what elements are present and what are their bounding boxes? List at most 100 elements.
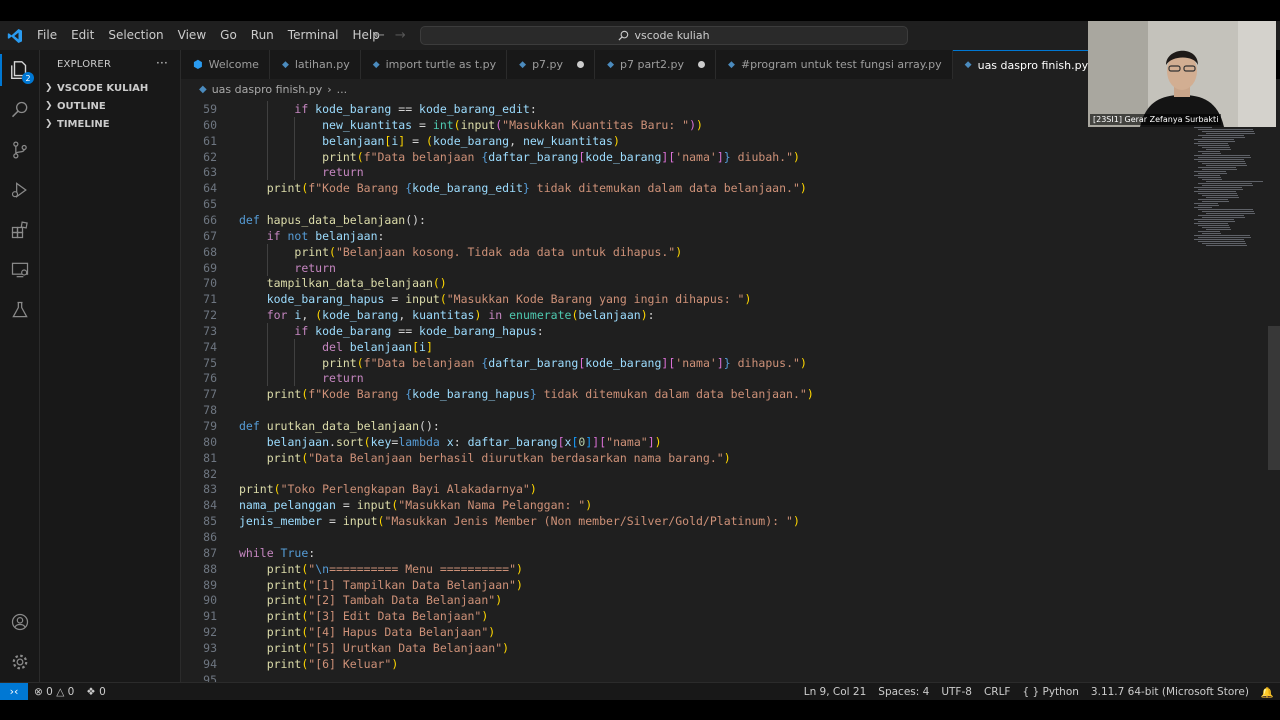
presenter-video-image — [1088, 21, 1276, 127]
code-text: if not belanjaan: — [239, 228, 385, 244]
explorer-icon[interactable]: 2 — [0, 50, 40, 90]
editor-tab-bar: ⬢ Welcome ◆ latihan.py ◆ import turtle as t.p… — [181, 50, 1121, 79]
editor-tab[interactable]: ◆ import turtle as t.py — [360, 50, 508, 79]
code-line: 65 — [181, 196, 1181, 212]
indentation[interactable]: Spaces: 4 — [872, 686, 935, 698]
code-token: def — [239, 212, 267, 227]
menu-file[interactable]: File — [30, 21, 64, 50]
code-token: ][ — [661, 355, 676, 370]
code-token: ) — [806, 387, 814, 402]
code-token: : — [377, 228, 385, 243]
code-token: print — [322, 149, 357, 164]
file-encoding[interactable]: UTF-8 — [935, 686, 978, 698]
code-token: (): — [419, 419, 440, 433]
editor-tab[interactable]: ◆ #program untuk test fungsi array.py — [716, 50, 953, 79]
more-actions-icon[interactable]: ··· — [156, 56, 168, 70]
section-label: OUTLINE — [57, 100, 106, 112]
code-line: 81 print("Data Belanjaan berhasil diurut… — [181, 450, 1181, 466]
source-control-icon[interactable] — [0, 130, 40, 170]
minimap[interactable] — [1190, 127, 1265, 257]
line-number: 75 — [203, 355, 217, 370]
code-token: ) — [654, 434, 662, 449]
warning-count: 0 — [67, 685, 75, 698]
line-number: 76 — [203, 371, 217, 386]
indent-guide — [266, 132, 268, 149]
code-line: 87 while True: — [181, 545, 1181, 561]
minimap-line — [1194, 175, 1220, 176]
command-center-search[interactable]: vscode kuliah — [420, 26, 908, 45]
code-token: "Masukkan Kuantitas Baru: " — [502, 117, 690, 132]
remote-indicator-icon[interactable]: ›‹ — [0, 682, 28, 701]
code-token: kode_barang — [432, 133, 510, 148]
problems-indicator[interactable]: ⊗ 0 △ 0 — [28, 686, 80, 698]
line-number: 69 — [203, 260, 217, 275]
ports-indicator[interactable]: ❖ 0 — [80, 686, 111, 698]
run-debug-icon[interactable] — [0, 170, 40, 210]
menu-view[interactable]: View — [171, 21, 213, 50]
editor-scrollbar[interactable] — [1268, 326, 1280, 470]
settings-gear-icon[interactable] — [0, 642, 40, 682]
indent-guide — [266, 354, 268, 371]
language-mode[interactable]: { } Python — [1016, 686, 1084, 698]
remote-explorer-icon[interactable] — [0, 250, 40, 290]
minimap-line — [1206, 245, 1247, 246]
menu-edit[interactable]: Edit — [64, 21, 101, 50]
search-view-icon[interactable] — [0, 90, 40, 130]
notifications-bell-icon[interactable]: 🔔 — [1255, 686, 1280, 699]
python-file-icon: ◆ — [372, 59, 380, 70]
arrow-right-icon[interactable]: → — [395, 28, 406, 43]
minimap-line — [1194, 235, 1250, 236]
tab-label: #program untuk test fungsi array.py — [740, 58, 942, 71]
code-token: = — [342, 498, 357, 513]
code-token: i — [419, 339, 426, 354]
code-text: print(f"Data belanjaan {daftar_barang[ko… — [239, 149, 800, 165]
minimap-line — [1202, 195, 1238, 196]
menu-terminal[interactable]: Terminal — [281, 21, 346, 50]
code-token: int — [432, 117, 454, 132]
python-interpreter[interactable]: 3.11.7 64-bit (Microsoft Store) — [1085, 686, 1255, 698]
code-token: 'nama' — [675, 355, 717, 370]
code-token: new_kuantitas — [322, 117, 420, 132]
minimap-line — [1198, 225, 1229, 226]
minimap-line — [1202, 211, 1254, 212]
breadcrumb-symbol[interactable]: ... — [337, 83, 348, 96]
braces-icon: { } — [1022, 686, 1040, 698]
code-token: "Toko Perlengkapan Bayi Alakadarnya" — [280, 482, 530, 497]
indent-guide — [266, 322, 268, 339]
account-icon[interactable] — [0, 602, 40, 642]
editor-tab[interactable]: ◆ p7 part2.py — [595, 50, 717, 79]
section-vscode-kuliah[interactable]: ❯ VSCODE KULIAH — [40, 79, 180, 97]
minimap-line — [1198, 157, 1251, 158]
tab-label: Welcome — [208, 58, 259, 71]
code-text: print("[4] Hapus Data Belanjaan") — [239, 624, 496, 640]
arrow-left-icon[interactable]: ← — [374, 28, 385, 43]
editor-tab[interactable]: ◆ latihan.py — [269, 50, 361, 79]
code-editor[interactable]: 59 if kode_barang == kode_barang_edit: 60… — [181, 99, 1280, 682]
code-token: ( — [439, 292, 447, 307]
section-timeline[interactable]: ❯ TIMELINE — [40, 115, 180, 133]
indent-guide — [266, 370, 268, 387]
code-token: ) — [744, 292, 752, 307]
line-number: 68 — [203, 244, 217, 259]
menu-go[interactable]: Go — [213, 21, 244, 50]
code-token: new_kuantitas — [522, 133, 613, 148]
editor-tab[interactable]: ⬢ Welcome — [181, 50, 270, 79]
minimap-line — [1202, 169, 1237, 170]
unsaved-dot-icon[interactable] — [577, 61, 585, 68]
unsaved-dot-icon[interactable] — [698, 61, 706, 68]
testing-flask-icon[interactable] — [0, 290, 40, 330]
menu-run[interactable]: Run — [244, 21, 281, 50]
code-text: print("Toko Perlengkapan Bayi Alakadarny… — [239, 481, 537, 497]
menu-selection[interactable]: Selection — [101, 21, 170, 50]
extensions-icon[interactable] — [0, 210, 40, 250]
end-of-line[interactable]: CRLF — [978, 686, 1017, 698]
cursor-position[interactable]: Ln 9, Col 21 — [798, 686, 873, 698]
code-token: enumerate — [509, 308, 572, 323]
editor-tab[interactable]: ◆ p7.py — [507, 50, 596, 79]
section-outline[interactable]: ❯ OUTLINE — [40, 97, 180, 115]
breadcrumb-file[interactable]: uas daspro finish.py — [212, 83, 323, 96]
code-line: 91 print("[3] Edit Data Belanjaan") — [181, 608, 1181, 624]
minimap-line — [1206, 229, 1231, 230]
